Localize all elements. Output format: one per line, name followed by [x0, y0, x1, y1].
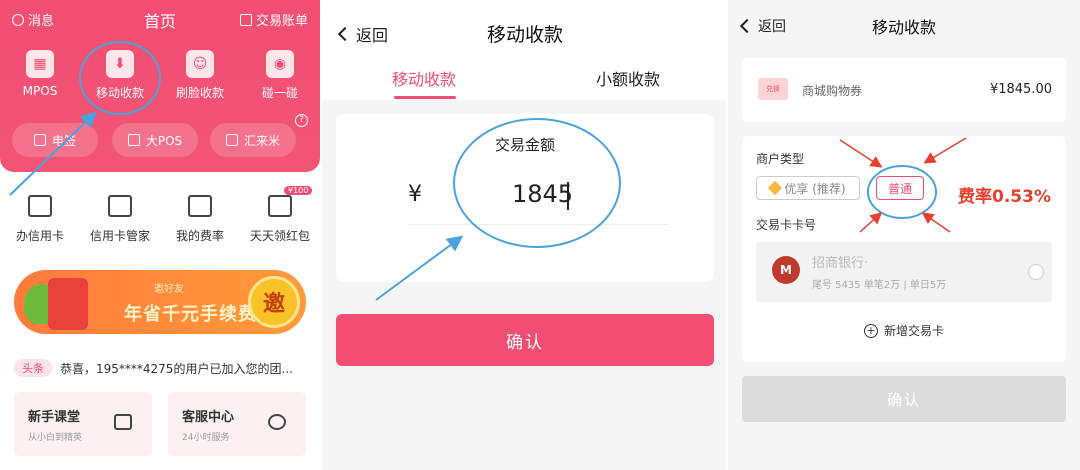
quick-action-label: 移动收款 [95, 86, 144, 100]
payment-detail-screen: 返回 移动收款 兑换 商城购物券 ¥1845.00 商户类型 优享 (推荐) 普… [728, 0, 1080, 470]
calculator-icon: ▦ [26, 50, 54, 78]
quick-action-label: 刷脸收款 [175, 86, 224, 100]
rate-annotation: 费率0.53% [958, 187, 1051, 207]
pill-label: 汇来米 [243, 133, 280, 148]
card-subtitle: 从小白到精英 [28, 433, 83, 443]
bank-detail: 尾号 5435 单笔2万 | 单日5万 [812, 280, 947, 291]
quick-action-label: 碰一碰 [261, 86, 298, 100]
card-radio[interactable] [1028, 264, 1044, 280]
help-icon[interactable]: ? [295, 114, 308, 127]
tab-small-pay[interactable]: 小额收款 [596, 66, 660, 90]
confirm-button[interactable]: 确认 [336, 314, 714, 366]
customer-service-card[interactable]: 客服中心 24小时服务 [168, 392, 306, 456]
add-card-button[interactable]: + 新增交易卡 [742, 322, 1066, 339]
banner-invite-text: 邀好友 [154, 284, 184, 295]
bank-card-row[interactable]: M 招商银行· 尾号 5435 单笔2万 | 单日5万 [756, 242, 1052, 302]
bank-logo-icon: M [772, 256, 800, 284]
pill-label: 电签 [51, 133, 76, 148]
quick-action-face-pay[interactable]: ☺ 刷脸收款 [160, 50, 240, 101]
input-underline [408, 224, 670, 225]
option-normal[interactable]: 普通 [876, 176, 924, 200]
card-title: 新手课堂 [28, 410, 81, 425]
service-credit-card[interactable]: 办信用卡 [0, 195, 80, 244]
diamond-icon [768, 180, 783, 196]
card-number-label: 交易卡卡号 [756, 218, 817, 232]
newbie-class-card[interactable]: 新手课堂 从小白到精英 [14, 392, 152, 456]
face-scan-icon: ☺ [186, 50, 214, 78]
tab-indicator [394, 96, 456, 99]
news-text: 恭喜，195****4275的用户已加入您的团... [60, 361, 293, 376]
receipt-icon [108, 195, 132, 217]
merchant-card: 商户类型 优享 (推荐) 普通 费率0.53% 交易卡卡号 M 招商银行· 尾号… [742, 136, 1066, 362]
amount-card: 交易金额 ¥ 1845 [336, 114, 714, 282]
bill-button[interactable]: 交易账单 [239, 10, 308, 29]
merchant-type-label: 商户类型 [756, 152, 805, 166]
card-title: 客服中心 [182, 410, 235, 425]
quick-action-label: MPOS [22, 84, 58, 98]
pill-label: 大POS [145, 133, 183, 148]
amount-label: 交易金额 [494, 136, 555, 154]
option-premium[interactable]: 优享 (推荐) [756, 176, 860, 200]
reward-badge: ¥100 [284, 186, 313, 195]
invite-button[interactable]: 邀 [248, 276, 300, 328]
service-my-rate[interactable]: 我的费率 [160, 195, 240, 244]
amount-input[interactable]: 1845 [512, 180, 573, 208]
coupon-icon: 兑换 [758, 78, 788, 100]
card-subtitle: 24小时服务 [182, 433, 230, 443]
service-red-packet[interactable]: 天天领红包 [240, 195, 320, 244]
scan-icon [225, 134, 238, 146]
coupon-price: ¥1845.00 [989, 82, 1052, 97]
card-icon [28, 195, 52, 217]
red-packet-icon [268, 195, 292, 217]
add-card-label: 新增交易卡 [883, 324, 944, 338]
coupon-name: 商城购物券 [802, 84, 863, 98]
service-label: 天天领红包 [249, 229, 310, 243]
quick-action-mobile-pay[interactable]: ⬇ 移动收款 [80, 50, 160, 101]
home-screen: 消息 首页 交易账单 ▦ MPOS ⬇ 移动收款 ☺ 刷脸收款 ◉ 碰一碰 电签 [0, 0, 320, 470]
quick-action-nfc[interactable]: ◉ 碰一碰 [240, 50, 320, 101]
confirm-button[interactable]: 确认 [742, 376, 1066, 422]
quick-action-mpos[interactable]: ▦ MPOS [0, 50, 80, 98]
nfc-icon: ◉ [266, 50, 294, 78]
bank-name: 招商银行· [812, 256, 869, 271]
page-title: 移动收款 [486, 24, 563, 46]
rate-icon [188, 195, 212, 217]
currency-symbol: ¥ [408, 182, 422, 207]
plus-icon: + [863, 323, 878, 338]
service-label: 办信用卡 [15, 229, 64, 243]
pill-e-sign[interactable]: 电签 [12, 123, 98, 157]
nav-bar: 返回 移动收款 移动收款 小额收款 [322, 0, 726, 100]
banner-slogan: 年省千元手续费 [124, 304, 257, 325]
terminal-icon [33, 134, 46, 146]
tab-mobile-pay[interactable]: 移动收款 [392, 66, 456, 90]
pill-huilaimi[interactable]: 汇来米 [210, 123, 296, 157]
text-caret [567, 182, 569, 210]
option-label: 优享 (推荐) [784, 181, 846, 196]
pos-icon [127, 134, 140, 146]
phone-illustration [48, 278, 88, 330]
invite-banner[interactable]: 邀好友 年省千元手续费 邀 [14, 270, 306, 334]
bill-icon [239, 13, 252, 26]
news-ticker[interactable]: 头条 恭喜，195****4275的用户已加入您的团... [14, 358, 314, 378]
headset-icon [268, 414, 286, 430]
pill-big-pos[interactable]: 大POS [112, 123, 198, 157]
service-card-manager[interactable]: 信用卡管家 [80, 195, 160, 244]
download-icon: ⬇ [106, 50, 134, 78]
news-tag: 头条 [14, 359, 52, 377]
coupon-row[interactable]: 兑换 商城购物券 ¥1845.00 [742, 58, 1066, 122]
home-topbar: 消息 首页 交易账单 [0, 8, 320, 31]
nav-bar: 返回 移动收款 [728, 0, 1080, 50]
gift-icon [114, 414, 132, 430]
bill-label: 交易账单 [255, 14, 308, 29]
service-label: 信用卡管家 [89, 229, 150, 243]
service-label: 我的费率 [175, 229, 224, 243]
page-title: 移动收款 [871, 18, 936, 37]
mobile-pay-screen: 返回 移动收款 移动收款 小额收款 交易金额 ¥ 1845 确认 [320, 0, 728, 470]
